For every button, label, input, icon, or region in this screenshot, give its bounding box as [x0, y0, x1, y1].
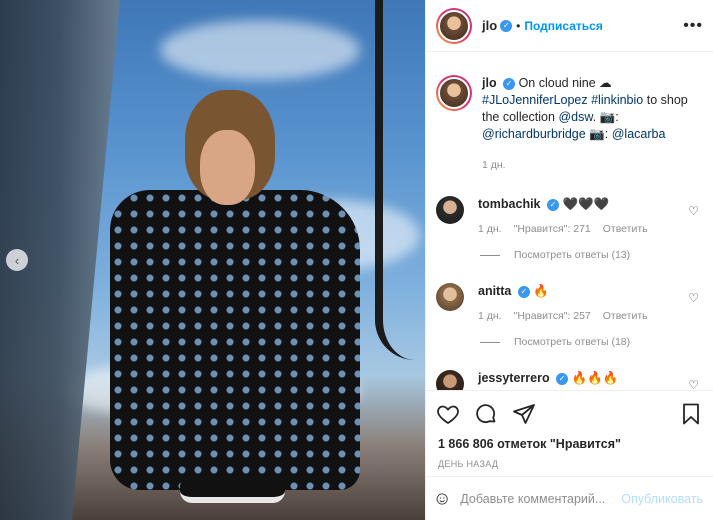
comments-list[interactable]: jlo ✓ On cloud nine ☁ #JLoJenniferLopez …	[426, 53, 713, 390]
comment-username[interactable]: anitta	[478, 284, 511, 298]
comment-input[interactable]	[460, 491, 622, 506]
avatar[interactable]	[436, 283, 464, 311]
username[interactable]: jlo	[482, 18, 497, 33]
mention-dsw[interactable]: @dsw	[558, 110, 592, 124]
figure-face	[200, 130, 255, 205]
verified-icon: ✓	[556, 372, 569, 385]
post-photo[interactable]: ‹	[0, 0, 425, 520]
comment-body: anitta ✓ 🔥 1 дн. "Нравится": 257 Ответит…	[478, 283, 648, 322]
figure-outfit	[110, 190, 360, 490]
comment-text: 🔥🔥🔥	[571, 371, 619, 385]
comment-username[interactable]: jessyterrero	[478, 371, 550, 385]
caption: jlo ✓ On cloud nine ☁ #JLoJenniferLopez …	[436, 75, 703, 174]
caption-hashtags[interactable]: #JLoJenniferLopez #linkinbio	[482, 93, 643, 107]
heart-icon[interactable]: ♡	[688, 291, 699, 305]
comment-text: 🔥	[533, 284, 549, 298]
camera-emoji: 📷:	[589, 127, 609, 141]
verified-icon: ✓	[547, 198, 559, 211]
comment: tombachik ✓ 🖤🖤🖤 1 дн. "Нравится": 271 От…	[436, 196, 703, 235]
comment-username[interactable]: tombachik	[478, 197, 541, 211]
reply-button[interactable]: Ответить	[603, 223, 648, 235]
comment-body: tombachik ✓ 🖤🖤🖤 1 дн. "Нравится": 271 От…	[478, 196, 648, 235]
bookmark-icon[interactable]	[679, 402, 703, 426]
verified-icon: ✓	[500, 19, 513, 32]
post-time[interactable]: ДЕНЬ НАЗАД	[426, 459, 713, 469]
comment-body: jessyterrero ✓ 🔥🔥🔥	[478, 370, 618, 390]
comment-icon[interactable]	[474, 402, 498, 426]
caption-username[interactable]: jlo	[482, 76, 497, 90]
avatar[interactable]	[436, 75, 472, 111]
avatar[interactable]	[436, 7, 472, 44]
add-comment-bar: Опубликовать	[426, 476, 713, 520]
likes-count[interactable]: 1 866 806 отметок "Нравится"	[426, 437, 713, 451]
reply-button[interactable]: Ответить	[603, 310, 648, 322]
separator-dot: •	[516, 18, 521, 33]
follow-button[interactable]: Подписаться	[524, 19, 602, 33]
verified-icon: ✓	[503, 77, 516, 90]
view-replies[interactable]: Посмотреть ответы (13)	[480, 249, 703, 261]
view-replies-label[interactable]: Посмотреть ответы (18)	[514, 336, 630, 348]
caption-text: On cloud nine ☁	[518, 76, 612, 90]
heart-icon[interactable]: ♡	[688, 204, 699, 218]
post-header: jlo ✓ • Подписаться •••	[426, 0, 713, 52]
caption-time[interactable]: 1 дн.	[482, 157, 702, 174]
caption-body: jlo ✓ On cloud nine ☁ #JLoJenniferLopez …	[482, 75, 702, 174]
comment-text: 🖤🖤🖤	[562, 197, 610, 211]
figure-shoe	[180, 475, 285, 503]
action-icons	[426, 391, 713, 437]
comment-time[interactable]: 1 дн.	[478, 223, 502, 235]
avatar[interactable]	[436, 196, 464, 224]
heart-icon[interactable]	[436, 402, 460, 426]
actions-section: 1 866 806 отметок "Нравится" ДЕНЬ НАЗАД …	[426, 390, 713, 520]
photo-pipe	[375, 0, 415, 360]
publish-button[interactable]: Опубликовать	[621, 492, 703, 506]
verified-icon: ✓	[517, 285, 530, 298]
camera-emoji: . 📷:	[592, 110, 619, 124]
comment-time[interactable]: 1 дн.	[478, 310, 502, 322]
comment: anitta ✓ 🔥 1 дн. "Нравится": 257 Ответит…	[436, 283, 703, 322]
post-panel: jlo ✓ • Подписаться ••• jlo ✓ On cloud n…	[425, 0, 713, 520]
comment-likes[interactable]: "Нравится": 271	[514, 223, 591, 235]
emoji-icon[interactable]	[436, 487, 448, 511]
heart-icon[interactable]: ♡	[688, 378, 699, 390]
photo-cloud	[160, 20, 360, 80]
mention-photographer[interactable]: @richardburbridge	[482, 127, 586, 141]
comment: jessyterrero ✓ 🔥🔥🔥 ♡	[436, 370, 703, 390]
view-replies-label[interactable]: Посмотреть ответы (13)	[514, 249, 630, 261]
view-replies[interactable]: Посмотреть ответы (18)	[480, 336, 703, 348]
more-options-icon[interactable]: •••	[683, 17, 703, 35]
share-icon[interactable]	[512, 402, 536, 426]
avatar[interactable]	[436, 370, 464, 390]
comment-likes[interactable]: "Нравится": 257	[514, 310, 591, 322]
photo-figure	[70, 90, 360, 510]
mention-lacarba[interactable]: @lacarba	[612, 127, 666, 141]
chevron-left-icon[interactable]: ‹	[6, 249, 28, 271]
